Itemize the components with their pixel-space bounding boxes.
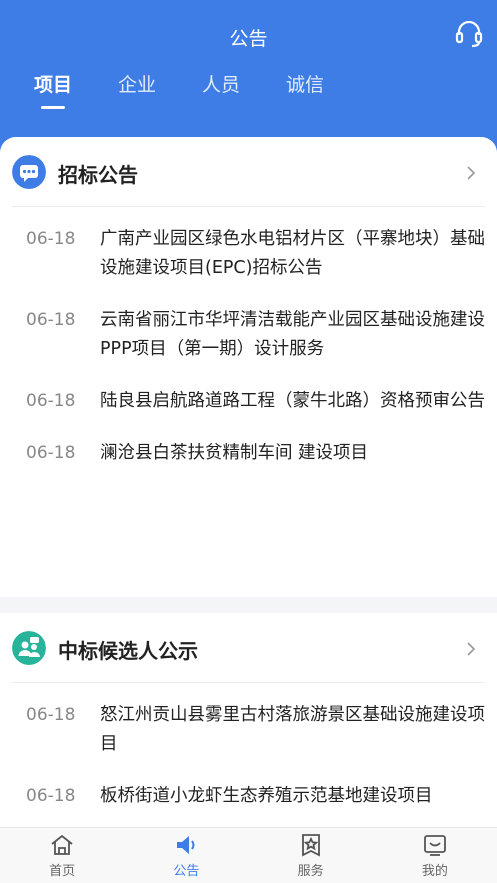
item-date: 06-18 [26,786,76,806]
announcement-list: 06-18 广南产业园区绿色水电铝材片区（平寨地块）基础设施建设项目(EPC)招… [0,207,497,468]
list-item[interactable]: 06-18 广南产业园区绿色水电铝材片区（平寨地块）基础设施建设项目(EPC)招… [26,225,485,283]
page-title: 公告 [229,28,268,50]
tab-personnel[interactable]: 人员 [202,70,240,109]
content-area: 招标公告 06-18 广南产业园区绿色水电铝材片区（平寨地块）基础设施建设项目(… [0,137,497,827]
star-badge-icon [301,834,320,857]
tab-enterprise[interactable]: 企业 [118,70,156,109]
tabbar-announcements[interactable]: 公告 [124,828,248,883]
tabbar-profile[interactable]: 我的 [373,828,497,883]
chat-bubble-icon [12,155,46,189]
item-date: 06-18 [26,229,76,249]
section-title: 招标公告 [58,163,138,187]
item-title: 广南产业园区绿色水电铝材片区（平寨地块）基础设施建设项目(EPC)招标公告 [100,229,485,278]
tabbar-services[interactable]: 服务 [249,828,373,883]
chevron-right-icon[interactable] [463,641,479,657]
header: 公告 项目 企业 人员 诚信 [0,0,497,140]
tab-integrity[interactable]: 诚信 [286,70,324,109]
speaker-icon [177,836,195,854]
item-title: 板桥街道小龙虾生态养殖示范基地建设项目 [100,786,433,806]
category-tabs: 项目 企业 人员 诚信 [34,70,370,109]
tabbar-label: 我的 [421,864,448,879]
tabbar-label: 服务 [297,864,324,879]
tabbar-home[interactable]: 首页 [0,828,124,883]
item-title: 陆良县启航路道路工程（蒙牛北路）资格预审公告 [100,391,485,411]
tab-project[interactable]: 项目 [34,70,72,109]
chevron-right-icon[interactable] [463,165,479,181]
candidate-publicity-card: 中标候选人公示 06-18 怒江州贡山县雾里古村落旅游景区基础设施建设项目 06… [0,613,497,827]
announcement-list: 06-18 怒江州贡山县雾里古村落旅游景区基础设施建设项目 06-18 板桥街道… [0,683,497,811]
headset-icon[interactable] [453,18,485,50]
list-item[interactable]: 06-18 澜沧县白茶扶贫精制车间 建设项目 [26,439,485,468]
item-date: 06-18 [26,391,76,411]
tabbar-label: 公告 [173,864,200,879]
list-item[interactable]: 06-18 云南省丽江市华坪清洁载能产业园区基础设施建设PPP项目（第一期）设计… [26,306,485,364]
list-item[interactable]: 06-18 板桥街道小龙虾生态养殖示范基地建设项目 [26,782,485,811]
bottom-tab-bar: 首页 公告 服务 我的 [0,827,497,883]
list-item[interactable]: 06-18 陆良县启航路道路工程（蒙牛北路）资格预审公告 [26,387,485,416]
tabbar-label: 首页 [49,864,76,879]
item-date: 06-18 [26,443,76,463]
tender-announcement-card: 招标公告 06-18 广南产业园区绿色水电铝材片区（平寨地块）基础设施建设项目(… [0,137,497,597]
item-title: 澜沧县白茶扶贫精制车间 建设项目 [100,443,369,463]
section-title: 中标候选人公示 [58,639,198,663]
profile-icon [423,835,446,856]
home-icon [51,834,73,855]
card-header[interactable]: 招标公告 [12,137,485,207]
item-title: 怒江州贡山县雾里古村落旅游景区基础设施建设项目 [100,705,485,754]
card-header[interactable]: 中标候选人公示 [12,613,485,683]
item-date: 06-18 [26,310,76,330]
item-title: 云南省丽江市华坪清洁载能产业园区基础设施建设PPP项目（第一期）设计服务 [100,310,485,359]
people-icon [12,631,46,665]
list-item[interactable]: 06-18 怒江州贡山县雾里古村落旅游景区基础设施建设项目 [26,701,485,759]
item-date: 06-18 [26,705,76,725]
